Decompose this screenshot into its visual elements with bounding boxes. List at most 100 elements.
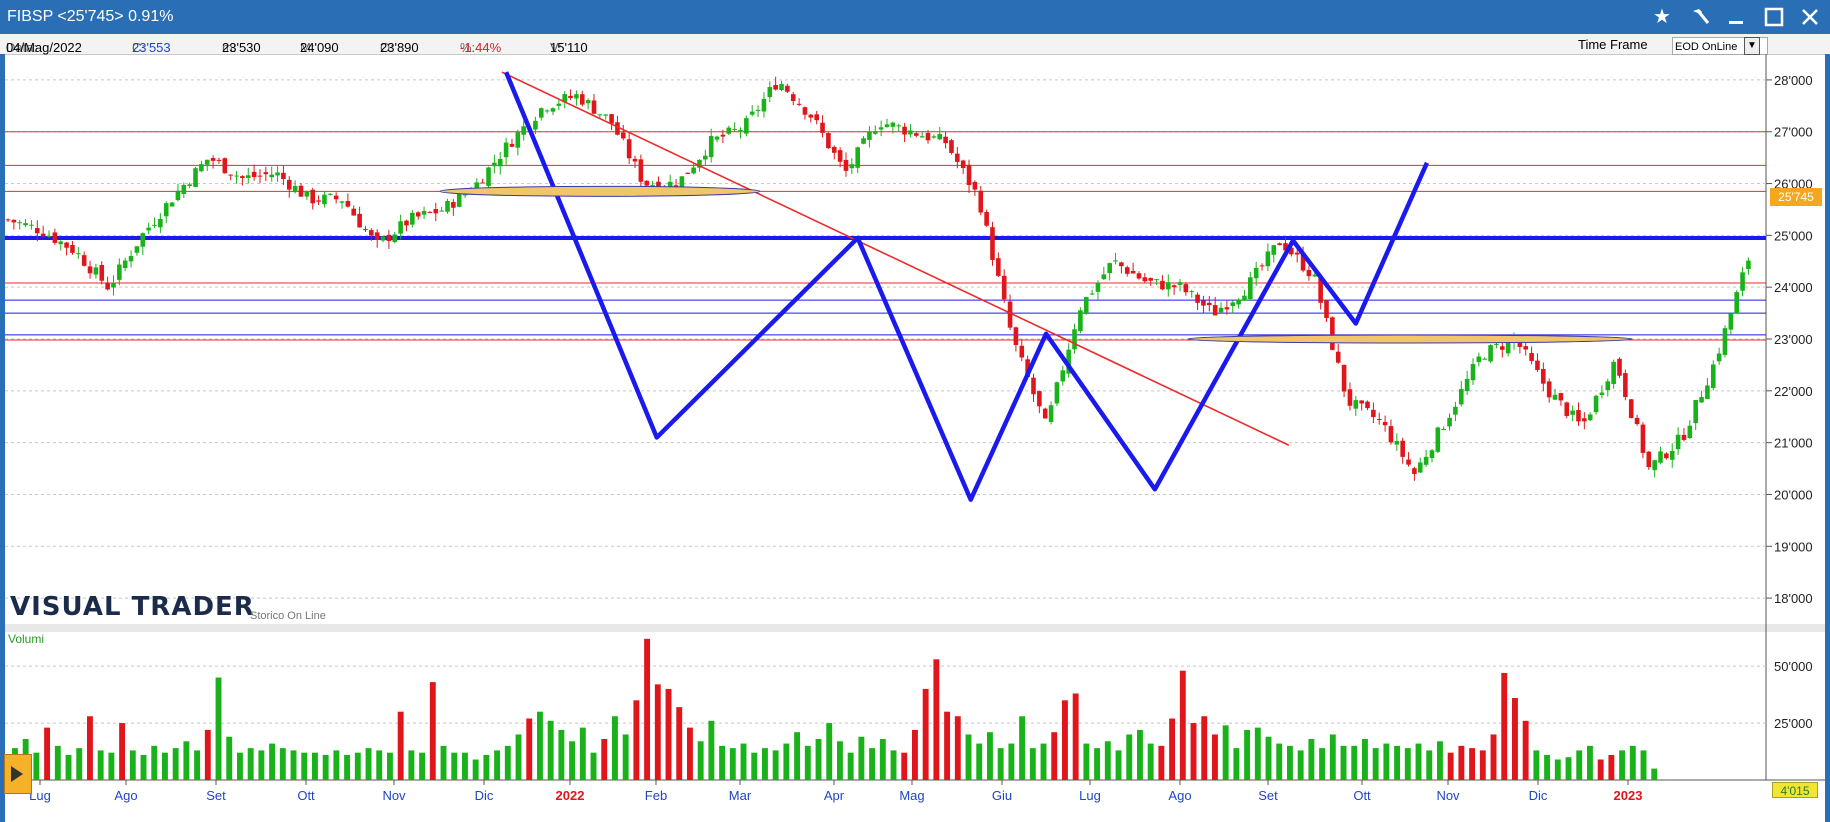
candle-body: [1417, 462, 1423, 473]
volume-bar: [654, 684, 661, 780]
volume-bar: [515, 734, 522, 780]
candle-body: [1107, 263, 1112, 274]
candle-body: [1476, 356, 1482, 363]
candle-body: [691, 167, 696, 174]
candle-body: [1453, 406, 1458, 415]
candle-body: [52, 232, 58, 243]
candle-body: [17, 222, 23, 224]
volume-bar: [354, 752, 361, 780]
candle-body: [878, 127, 884, 130]
volume-bar: [1372, 748, 1379, 780]
candle-body: [1271, 245, 1277, 255]
candle-body: [1365, 401, 1370, 409]
volume-bar: [997, 748, 1004, 780]
candle-body: [1054, 382, 1060, 404]
candle-body: [849, 164, 855, 169]
candle-body: [1687, 425, 1693, 438]
volume-bar: [1297, 750, 1304, 780]
volume-bar: [269, 743, 276, 780]
candle-body: [1447, 417, 1452, 427]
volume-bar: [1490, 734, 1497, 780]
candle-body: [837, 150, 843, 162]
candle-body: [64, 242, 69, 248]
candle-body: [1294, 252, 1300, 255]
volume-bar: [322, 754, 329, 780]
candle-body: [579, 94, 585, 105]
volume-bar: [1308, 739, 1315, 780]
candle-body: [76, 253, 81, 255]
candle-body: [1248, 277, 1253, 299]
candle-body: [1019, 345, 1025, 358]
candle-body: [1441, 428, 1447, 430]
candle-body: [861, 138, 866, 144]
time-tick-label: Dic: [475, 788, 494, 803]
time-tick-label: Nov: [1436, 788, 1460, 803]
candle-body: [568, 95, 573, 99]
star-icon[interactable]: ★: [1646, 3, 1678, 31]
time-tick-label: Feb: [645, 788, 667, 803]
volume-bar: [1404, 748, 1411, 780]
candle-body: [1499, 346, 1505, 350]
candle-body: [46, 235, 52, 237]
price-tick-label: 24'000: [1774, 280, 1813, 295]
maximize-icon[interactable]: [1758, 3, 1790, 31]
minimize-icon[interactable]: [1720, 3, 1752, 31]
candle-body: [597, 114, 603, 116]
candle-body: [902, 126, 907, 135]
candle-body: [369, 230, 374, 236]
price-tick-label: 22'000: [1774, 384, 1813, 399]
candle-body: [919, 136, 925, 138]
volume-bar: [665, 688, 672, 780]
candle-body: [1189, 291, 1195, 293]
candle-body: [169, 202, 175, 207]
volume-bar: [719, 745, 726, 780]
volume-bar: [1222, 725, 1229, 780]
candle-body: [890, 122, 896, 127]
candle-body: [1095, 282, 1101, 292]
candle-body: [316, 200, 321, 202]
hammer-icon[interactable]: [1684, 3, 1716, 31]
time-tick-label: 2022: [556, 788, 585, 803]
candle-body: [1693, 400, 1698, 424]
candle-body: [497, 159, 503, 167]
candle-body: [1224, 307, 1230, 310]
candle-body: [111, 282, 116, 288]
candle-body: [1212, 305, 1218, 316]
volume-bar: [215, 677, 222, 780]
candle-body: [1201, 300, 1206, 306]
candle-body: [480, 182, 485, 184]
candle-body: [955, 153, 960, 162]
candle-body: [1611, 361, 1616, 384]
candle-body: [913, 133, 919, 136]
candle-body: [1177, 282, 1183, 285]
volume-bar: [1040, 743, 1047, 780]
timeframe-dropdown-icon[interactable]: ▼: [1744, 37, 1760, 55]
candle-body: [222, 158, 228, 174]
candle-body: [744, 118, 749, 134]
candle-body: [1324, 300, 1329, 318]
candle-body: [128, 256, 134, 262]
candle-body: [23, 223, 28, 226]
candle-body: [322, 194, 327, 205]
volume-bar: [204, 729, 211, 780]
candle-body: [1130, 270, 1136, 274]
candle-body: [826, 133, 831, 149]
volume-bar: [172, 748, 179, 780]
volume-bar: [1190, 723, 1197, 780]
close-icon[interactable]: [1794, 3, 1826, 31]
volume-bar: [247, 748, 254, 780]
volume-bar: [301, 752, 308, 780]
candle-body: [1124, 267, 1130, 274]
highlight-zone: [1187, 334, 1633, 344]
volume-bar: [612, 716, 618, 780]
pattern-zigzag-line: [504, 71, 1430, 502]
volume-bar: [129, 750, 136, 780]
time-tick-label: Mag: [899, 788, 924, 803]
candle-body: [1347, 389, 1353, 406]
volume-bar: [847, 752, 854, 780]
play-button[interactable]: [4, 754, 32, 794]
volume-bar: [697, 741, 704, 780]
logo-subtitle: Storico On Line: [250, 610, 326, 622]
volume-bar: [1094, 748, 1101, 780]
price-chart[interactable]: 18'000 19'000 20'000 21'000 22'000 23'000 24'0…: [0, 54, 1830, 822]
